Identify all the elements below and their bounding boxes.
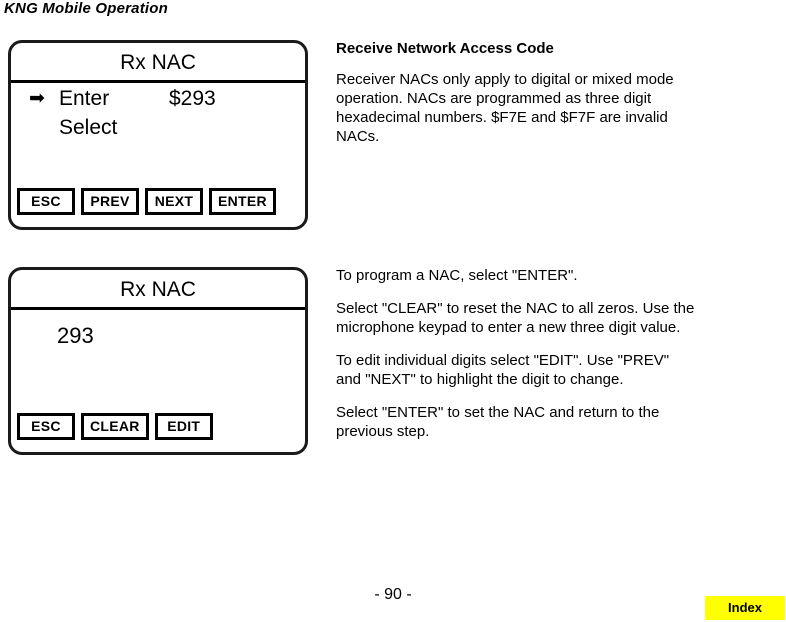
softkey-esc[interactable]: ESC <box>17 413 75 440</box>
menu-row-enter-value: $293 <box>169 87 216 110</box>
lcd-2-title: Rx NAC <box>120 278 196 301</box>
page-number: - 90 - <box>374 586 412 603</box>
lcd-1-title: Rx NAC <box>120 51 196 74</box>
softkey-next[interactable]: NEXT <box>145 188 203 215</box>
instruction-paragraph: To program a NAC, select "ENTER". <box>336 267 578 284</box>
right-arrow-icon: ➡ <box>29 88 45 109</box>
nac-value-display: 293 <box>57 323 94 348</box>
softkey-edit[interactable]: EDIT <box>154 413 213 440</box>
softkey-clear[interactable]: CLEAR <box>81 413 149 440</box>
lcd-1-softkey-bar: ESC PREV NEXT ENTER <box>17 188 276 215</box>
lcd-panel-2: Rx NAC 293 ESC CLEAR EDIT <box>8 267 308 455</box>
content-column-bottom: To program a NAC, select "ENTER". Select… <box>336 266 776 455</box>
softkey-enter[interactable]: ENTER <box>209 188 276 215</box>
section-heading: Receive Network Access Code <box>336 40 554 57</box>
index-button[interactable]: Index <box>705 596 785 620</box>
menu-row-enter-label[interactable]: Enter <box>59 87 109 111</box>
content-column-top: Receive Network Access Code Receiver NAC… <box>336 40 776 158</box>
instruction-paragraph: Select "CLEAR" to reset the NAC to all z… <box>336 300 695 337</box>
lcd-panel-1: Rx NAC ➡ Enter $293 Select ESC PREV NEXT… <box>8 40 308 230</box>
lcd-1-title-divider <box>11 80 305 83</box>
intro-paragraph: Receiver NACs only apply to digital or m… <box>336 70 674 145</box>
instruction-paragraph: To edit individual digits select "EDIT".… <box>336 352 670 389</box>
page-title: KNG Mobile Operation <box>4 0 169 17</box>
instruction-paragraph: Select "ENTER" to set the NAC and return… <box>336 404 660 441</box>
menu-row-select-label[interactable]: Select <box>59 116 117 140</box>
softkey-prev[interactable]: PREV <box>81 188 139 215</box>
softkey-esc[interactable]: ESC <box>17 188 75 215</box>
lcd-2-title-divider <box>11 307 305 310</box>
lcd-2-softkey-bar: ESC CLEAR EDIT <box>17 413 213 440</box>
